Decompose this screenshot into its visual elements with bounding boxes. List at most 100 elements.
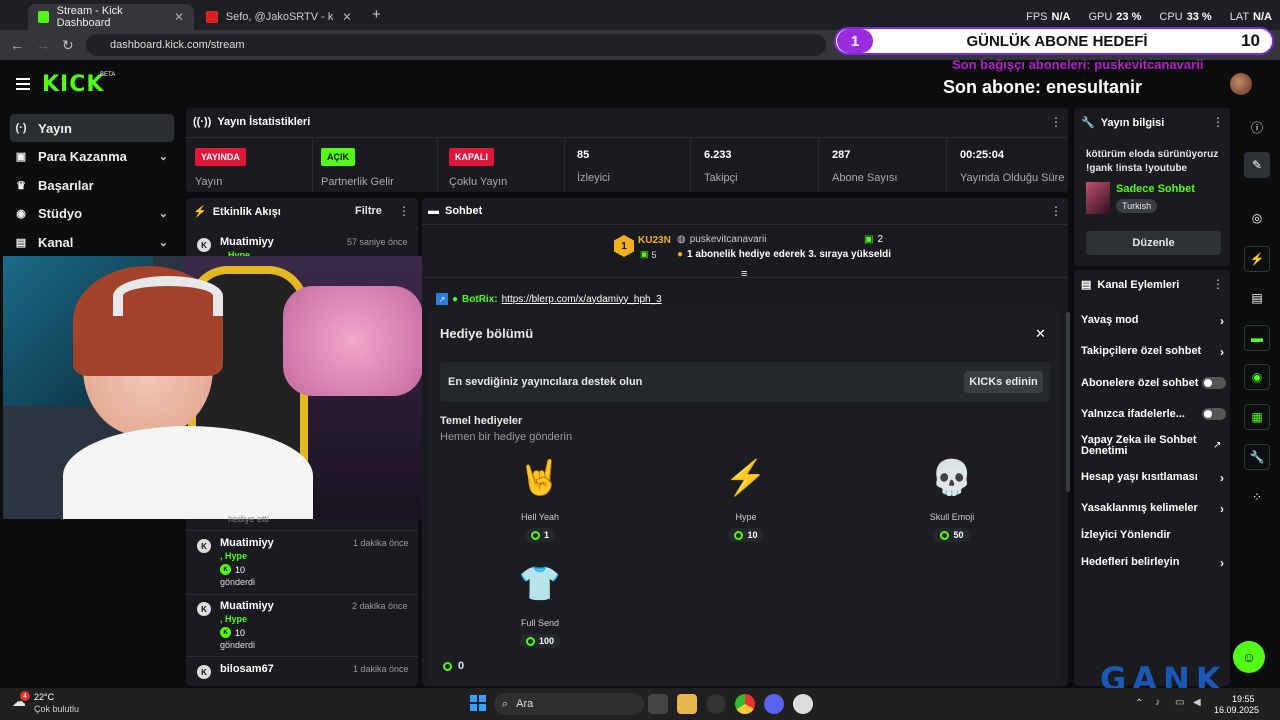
app-icon[interactable] <box>793 694 813 714</box>
category-thumbnail[interactable] <box>1086 182 1110 214</box>
chat-icon[interactable]: ▬ <box>1244 325 1270 351</box>
tab-kick-dashboard[interactable]: Stream - Kick Dashboard ✕ <box>28 4 194 30</box>
stats-row <box>186 137 1068 192</box>
reload-icon[interactable]: ↻ <box>62 37 74 54</box>
action-subs-only[interactable]: Abonelere özel sohbet <box>1081 377 1226 389</box>
broadcast-icon: (·) <box>15 122 27 134</box>
gift-skull-emoji[interactable]: 💀 Skull Emoji 50 <box>912 456 992 542</box>
taskbar-date[interactable]: 16.09.2025 <box>1214 705 1259 715</box>
weather-temp[interactable]: 22°C <box>34 692 54 702</box>
bot-link[interactable]: https://blerp.com/x/aydamiyy_hph_3 <box>502 294 662 305</box>
event-sent: gönderdi <box>220 640 256 650</box>
discord-icon[interactable] <box>764 694 784 714</box>
action-emote-only[interactable]: Yalnızca ifadelerle... <box>1081 408 1226 420</box>
kicks-icon: K <box>220 564 231 575</box>
windows-start-icon[interactable] <box>470 695 486 711</box>
gpu-value: 23 % <box>1116 11 1142 23</box>
taskbar-time[interactable]: 19:55 <box>1232 694 1255 704</box>
volume-icon[interactable]: ◀ <box>1193 697 1201 708</box>
lightning-icon: ⚡ <box>724 459 768 497</box>
action-set-goals[interactable]: Hedefleri belirleyin › <box>1081 556 1226 570</box>
microphone-icon[interactable]: ♪ <box>1155 697 1160 708</box>
gift-icon: ▣ <box>864 234 874 245</box>
kicks-coin-icon <box>525 636 535 646</box>
layout-icon[interactable]: ▦ <box>1244 404 1270 430</box>
wrench-icon[interactable]: 🔧 <box>1244 444 1270 470</box>
more-icon[interactable]: ⋮ <box>1050 204 1062 218</box>
chrome-icon[interactable] <box>735 694 755 714</box>
forward-icon[interactable]: → <box>36 37 50 53</box>
action-slow-mode[interactable]: Yavaş mod › <box>1081 314 1226 328</box>
chevron-down-icon: ⌄ <box>158 150 168 163</box>
pencil-icon[interactable]: ✎ <box>1244 152 1270 178</box>
bot-badge-icon: ↗ <box>436 293 448 305</box>
bot-message: ↗ ● BotRix: https://blerp.com/x/aydamiyy… <box>436 293 662 305</box>
sidebar-item-studyo[interactable]: ◉ Stüdyo ⌄ <box>10 199 174 227</box>
sidebar-item-yayin[interactable]: (·) Yayın <box>10 114 174 142</box>
address-bar[interactable]: dashboard.kick.com/stream <box>86 34 826 56</box>
close-icon[interactable]: ✕ <box>342 10 352 24</box>
help-chat-button[interactable]: ☺ <box>1233 641 1265 673</box>
chat-scrollbar[interactable] <box>1066 312 1070 492</box>
close-icon[interactable]: ✕ <box>174 10 184 24</box>
lightning-icon[interactable]: ⚡ <box>1244 246 1270 272</box>
stat-label: Abone Sayısı <box>832 172 898 184</box>
leader-name[interactable]: KU23N <box>638 235 671 246</box>
sidebar-item-basarilar[interactable]: ♛ Başarılar <box>10 171 174 199</box>
event-user[interactable]: Muatimiyy <box>220 236 274 248</box>
subs-only-toggle[interactable] <box>1202 377 1226 389</box>
new-tab-button[interactable]: + <box>372 6 381 23</box>
action-account-age[interactable]: Hesap yaşı kısıtlaması › <box>1081 471 1226 485</box>
sidebar-item-para-kazanma[interactable]: ▣ Para Kazanma ⌄ <box>10 142 174 170</box>
expand-icon[interactable]: ≡ <box>741 268 747 280</box>
pinned-username[interactable]: puskevitcanavarii <box>690 234 767 245</box>
stats-header: ((·)) Yayın İstatistikleri <box>193 116 310 128</box>
file-explorer-icon[interactable] <box>677 694 697 714</box>
bot-name[interactable]: BotRix: <box>462 294 498 305</box>
action-ai-moderation[interactable]: Yapay Zeka ile Sohbet Denetimi <box>1081 435 1206 457</box>
gift-full-send[interactable]: 👕 Full Send 100 <box>500 562 580 648</box>
event-user[interactable]: Muatimiyy <box>220 537 274 549</box>
broadcast-icon[interactable]: ◉ <box>1244 364 1270 390</box>
tray-chevron-icon[interactable]: ⌃ <box>1135 698 1143 709</box>
emote-only-toggle[interactable] <box>1202 408 1226 420</box>
chevron-right-icon: › <box>1220 471 1224 485</box>
kick-logo[interactable]: KICK <box>42 72 104 97</box>
gift-hell-yeah[interactable]: 🤘 Hell Yeah 1 <box>500 456 580 542</box>
action-banned-words[interactable]: Yasaklanmış kelimeler › <box>1081 502 1226 516</box>
menu-icon[interactable] <box>16 78 30 90</box>
kick-user-icon: K <box>197 539 211 553</box>
target-icon[interactable]: ◎ <box>1244 205 1270 231</box>
clipboard-icon[interactable]: ▤ <box>1244 285 1270 311</box>
network-icon[interactable]: ▭ <box>1175 697 1184 708</box>
event-amount: K 10 <box>220 564 245 575</box>
category-link[interactable]: Sadece Sohbet <box>1116 183 1195 195</box>
more-icon[interactable]: ⋮ <box>398 204 410 218</box>
event-user[interactable]: Muatimiyy <box>220 600 274 612</box>
nodes-icon[interactable]: ⁘ <box>1244 484 1270 510</box>
avatar[interactable] <box>1230 73 1252 95</box>
tab-youtube[interactable]: Sefo, @JakoSRTV - kördüğüm ✕ <box>196 4 362 30</box>
amount-value: 10 <box>235 627 246 638</box>
action-followers-only[interactable]: Takipçilere özel sohbet › <box>1081 345 1226 359</box>
more-icon[interactable]: ⋮ <box>1212 277 1224 291</box>
chat-title: Sohbet <box>445 205 483 217</box>
event-user[interactable]: bilosam67 <box>220 663 274 675</box>
obs-icon[interactable] <box>706 694 726 714</box>
divider <box>186 594 418 595</box>
back-icon[interactable]: ← <box>10 37 24 53</box>
task-view-icon[interactable] <box>648 694 668 714</box>
more-icon[interactable]: ⋮ <box>1050 115 1062 129</box>
kick-user-icon: K <box>197 238 211 252</box>
gift-hype[interactable]: ⚡ Hype 10 <box>706 456 786 542</box>
filter-button[interactable]: Filtre <box>355 205 382 217</box>
perf-overlay: FPS N/A GPU 23 % CPU 33 % LAT N/A <box>1026 11 1272 23</box>
info-icon[interactable]: ⓘ <box>1244 114 1270 140</box>
edit-button[interactable]: Düzenle <box>1086 231 1221 255</box>
taskbar-search[interactable]: ⌕ Ara <box>494 693 644 715</box>
close-icon[interactable]: ✕ <box>1035 326 1046 342</box>
more-icon[interactable]: ⋮ <box>1212 115 1224 129</box>
action-raid[interactable]: İzleyici Yönlendir <box>1081 529 1226 541</box>
sidebar-item-kanal[interactable]: ▤ Kanal ⌄ <box>10 228 174 256</box>
get-kicks-button[interactable]: KICKs edinin <box>964 371 1043 393</box>
